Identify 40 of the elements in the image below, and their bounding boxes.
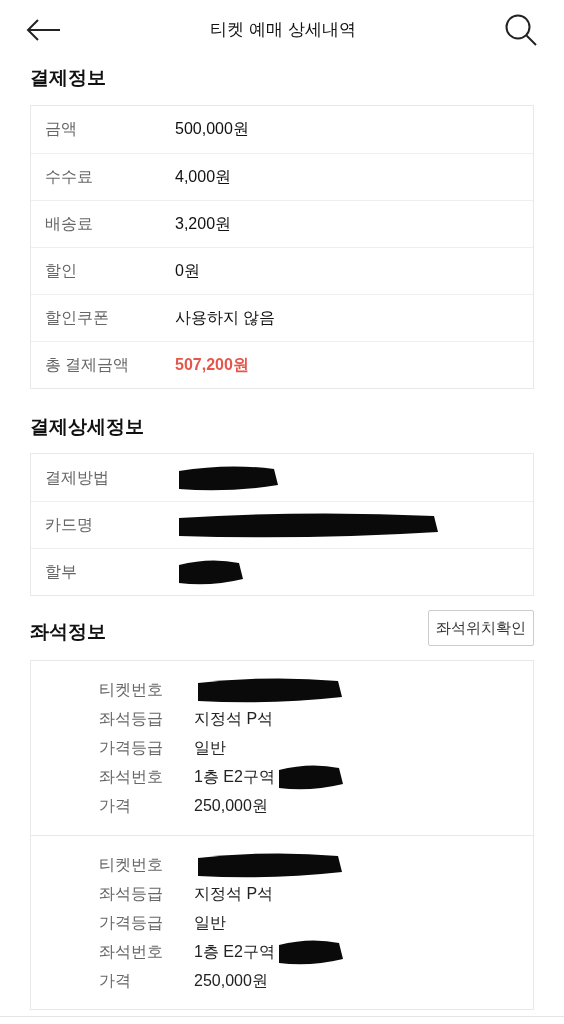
row-value: 사용하지 않음 <box>175 307 276 328</box>
seat-location-button[interactable]: 좌석위치확인 <box>428 610 534 646</box>
row-label: 가격 <box>99 796 132 816</box>
row-label: 배송료 <box>45 213 94 234</box>
row-value: 500,000원 <box>175 119 249 139</box>
row-value: 지정석 P석 <box>194 883 274 904</box>
row-label: 좌석등급 <box>99 883 164 904</box>
section-title: 결제정보 <box>30 66 107 90</box>
search-icon[interactable] <box>504 13 538 47</box>
row-label: 카드명 <box>45 515 94 535</box>
row-value: 0원 <box>175 260 200 281</box>
row-value: 지정석 P석 <box>194 709 274 729</box>
row-label: 할인쿠폰 <box>45 307 110 328</box>
row-label: 좌석번호 <box>99 767 164 787</box>
row-value: 250,000원 <box>194 970 268 991</box>
row-value: 507,200원 <box>175 354 249 375</box>
row-label: 좌석번호 <box>99 941 164 962</box>
row-label: 할부 <box>45 562 78 582</box>
row-label: 티켓번호 <box>99 680 164 700</box>
row-value: 250,000원 <box>194 796 268 816</box>
row-label: 티켓번호 <box>99 854 164 875</box>
page-title: 티켓 예매 상세내역 <box>210 19 356 42</box>
row-label: 가격등급 <box>99 738 164 758</box>
row-label: 금액 <box>45 119 78 139</box>
row-label: 가격 <box>99 970 132 991</box>
section-title: 좌석정보 <box>30 619 106 644</box>
row-label: 할인 <box>45 260 78 281</box>
back-arrow-icon[interactable] <box>26 19 62 41</box>
row-value: 1층 E2구역 <box>194 767 275 787</box>
row-value: 3,200원 <box>175 213 232 234</box>
row-label: 가격등급 <box>99 912 164 933</box>
row-value: 일반 <box>194 912 226 933</box>
row-label: 총 결제금액 <box>45 354 131 375</box>
row-value: 1층 E2구역 <box>194 941 275 962</box>
section-title: 결제상세정보 <box>30 414 145 439</box>
row-value: 일반 <box>194 738 226 758</box>
row-value: 4,000원 <box>175 166 232 187</box>
row-label: 좌석등급 <box>99 709 164 729</box>
row-label: 수수료 <box>45 166 94 187</box>
row-label: 결제방법 <box>45 467 110 488</box>
